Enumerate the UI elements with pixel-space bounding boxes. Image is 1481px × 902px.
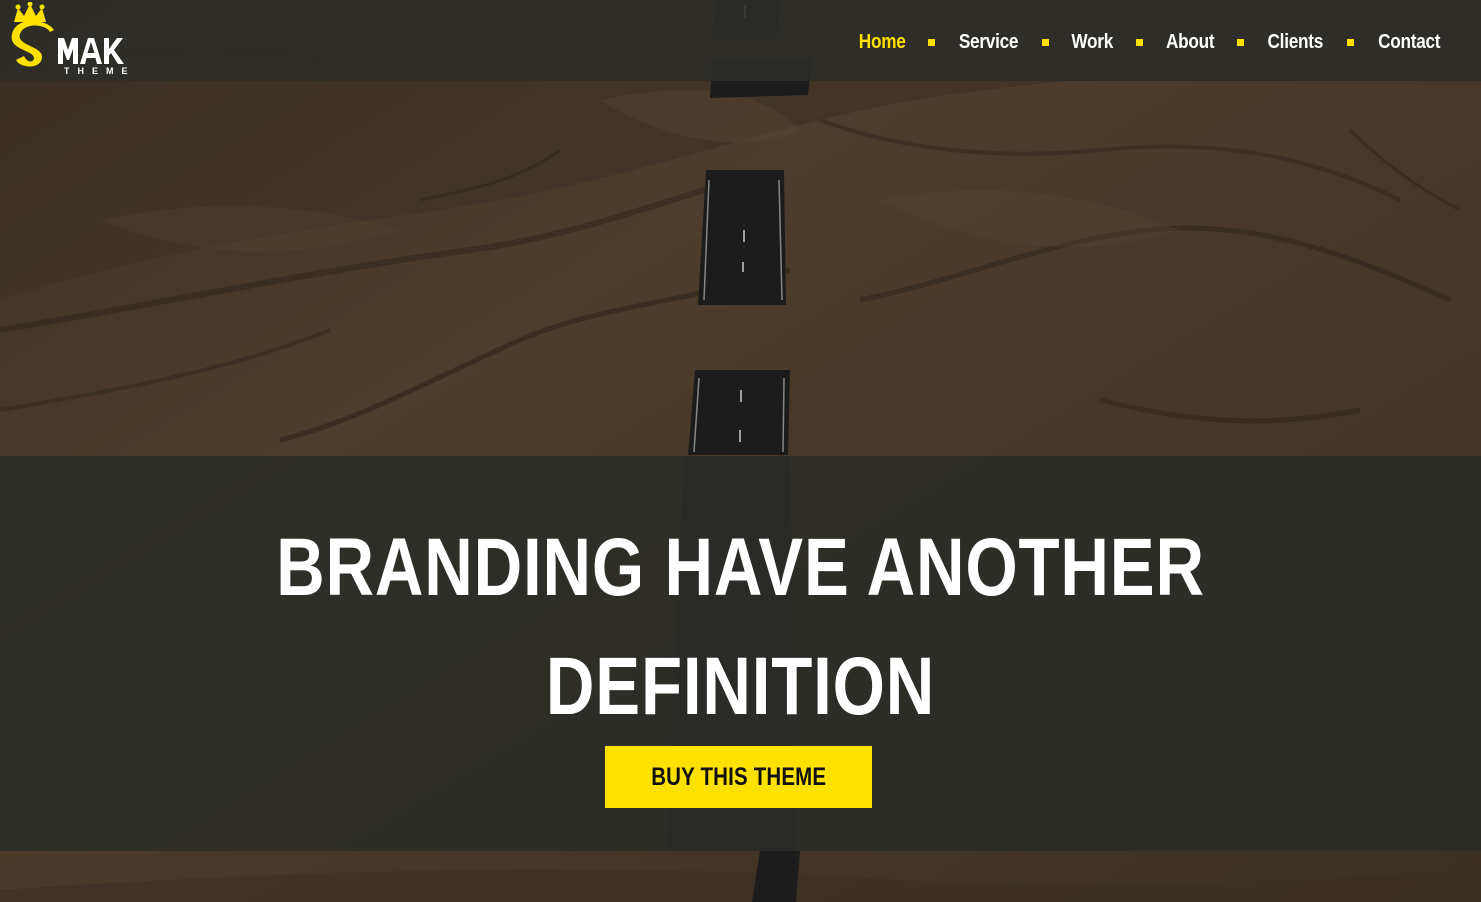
site-header: THEME Home Service Work About Clients Co…	[0, 0, 1481, 81]
buy-theme-button[interactable]: BUY THIS THEME	[605, 746, 872, 808]
nav-separator	[1042, 38, 1050, 46]
crown-icon	[14, 2, 46, 22]
nav-item-service[interactable]: Service	[959, 31, 1019, 54]
page: THEME Home Service Work About Clients Co…	[0, 0, 1481, 902]
nav-separator	[1135, 38, 1143, 46]
nav-item-contact[interactable]: Contact	[1378, 31, 1440, 54]
svg-text:THEME: THEME	[64, 66, 136, 76]
nav-item-work[interactable]: Work	[1072, 31, 1114, 54]
hero-title: BRANDING HAVE ANOTHER DEFINITION	[276, 522, 1205, 732]
buy-theme-button-label: BUY THIS THEME	[650, 762, 827, 791]
nav-item-clients[interactable]: Clients	[1268, 31, 1324, 54]
nav-separator	[928, 38, 936, 46]
nav-item-about[interactable]: About	[1166, 31, 1215, 54]
nav-separator	[1237, 38, 1245, 46]
main-nav: Home Service Work About Clients Contact	[855, 26, 1445, 58]
nav-separator	[1346, 38, 1354, 46]
smak-theme-logo[interactable]: THEME	[6, 2, 146, 78]
nav-item-home[interactable]: Home	[859, 31, 906, 54]
